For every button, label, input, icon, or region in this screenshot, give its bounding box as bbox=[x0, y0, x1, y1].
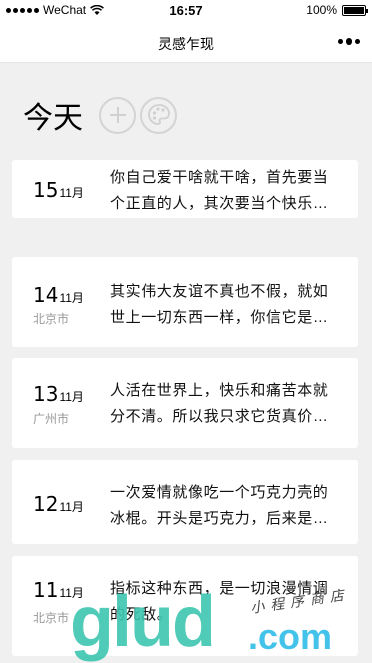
entry-month: 11月 bbox=[59, 291, 84, 305]
entry-month: 11月 bbox=[59, 586, 84, 600]
entry-day: 11 bbox=[33, 578, 59, 602]
plus-icon bbox=[109, 107, 126, 123]
entry-month: 11月 bbox=[59, 500, 84, 514]
entry-card[interactable]: 1211月 一次爱情就像吃一个巧克力壳的冰棍。开头是巧克力，后来是冰。 bbox=[12, 460, 358, 544]
entry-date: 1411月 bbox=[33, 283, 84, 307]
navigation-bar: 灵感乍现 bbox=[0, 20, 372, 63]
entry-card[interactable]: 1311月 广州市 人活在世界上，快乐和痛苦本就分不清。所以我只求它货真价实。 bbox=[12, 358, 358, 448]
entry-date: 1311月 bbox=[33, 382, 84, 406]
palette-icon bbox=[147, 104, 170, 125]
page-title: 今天 bbox=[23, 101, 83, 136]
more-menu-icon[interactable] bbox=[338, 32, 360, 50]
entry-text: 你自己爱干啥就干啥，首先要当个正直的人，其次要当个快乐的人。 bbox=[110, 169, 329, 212]
entry-text: 人活在世界上，快乐和痛苦本就分不清。所以我只求它货真价实。 bbox=[110, 382, 329, 425]
battery-icon bbox=[342, 4, 368, 16]
entry-date: 1211月 bbox=[33, 492, 84, 516]
entry-day: 12 bbox=[33, 492, 59, 516]
add-entry-button[interactable] bbox=[99, 96, 136, 134]
entry-city: 北京市 bbox=[33, 312, 70, 326]
entry-city: 北京市 bbox=[33, 611, 70, 625]
today-header: 今天 bbox=[23, 93, 177, 137]
entry-month: 11月 bbox=[59, 390, 84, 404]
status-bar: WeChat 16:57 100% bbox=[0, 0, 372, 20]
entry-date: 1111月 bbox=[33, 578, 84, 602]
entry-card[interactable]: 1111月 北京市 指标这种东西，是一切浪漫情调的死敌。 bbox=[12, 556, 358, 656]
nav-title: 灵感乍现 bbox=[158, 36, 214, 52]
entry-day: 13 bbox=[33, 382, 59, 406]
theme-button[interactable] bbox=[140, 96, 177, 134]
entry-city: 广州市 bbox=[33, 412, 70, 426]
entry-text: 一次爱情就像吃一个巧克力壳的冰棍。开头是巧克力，后来是冰。 bbox=[110, 484, 329, 527]
entry-day: 14 bbox=[33, 283, 59, 307]
entry-day: 15 bbox=[33, 178, 59, 202]
entry-card[interactable]: 1411月 北京市 其实伟大友谊不真也不假，就如世上一切东西一样，你信它是真的就… bbox=[12, 257, 358, 347]
entry-card[interactable]: 1511月 你自己爱干啥就干啥，首先要当个正直的人，其次要当个快乐的人。 bbox=[12, 160, 358, 218]
battery-percent: 100% bbox=[306, 3, 337, 17]
entry-text: 其实伟大友谊不真也不假，就如世上一切东西一样，你信它是真的就是真的。 bbox=[110, 283, 329, 326]
entry-text: 指标这种东西，是一切浪漫情调的死敌。 bbox=[110, 580, 329, 623]
entry-date: 1511月 bbox=[33, 178, 84, 202]
status-right: 100% bbox=[306, 3, 368, 17]
entry-month: 11月 bbox=[59, 186, 84, 200]
